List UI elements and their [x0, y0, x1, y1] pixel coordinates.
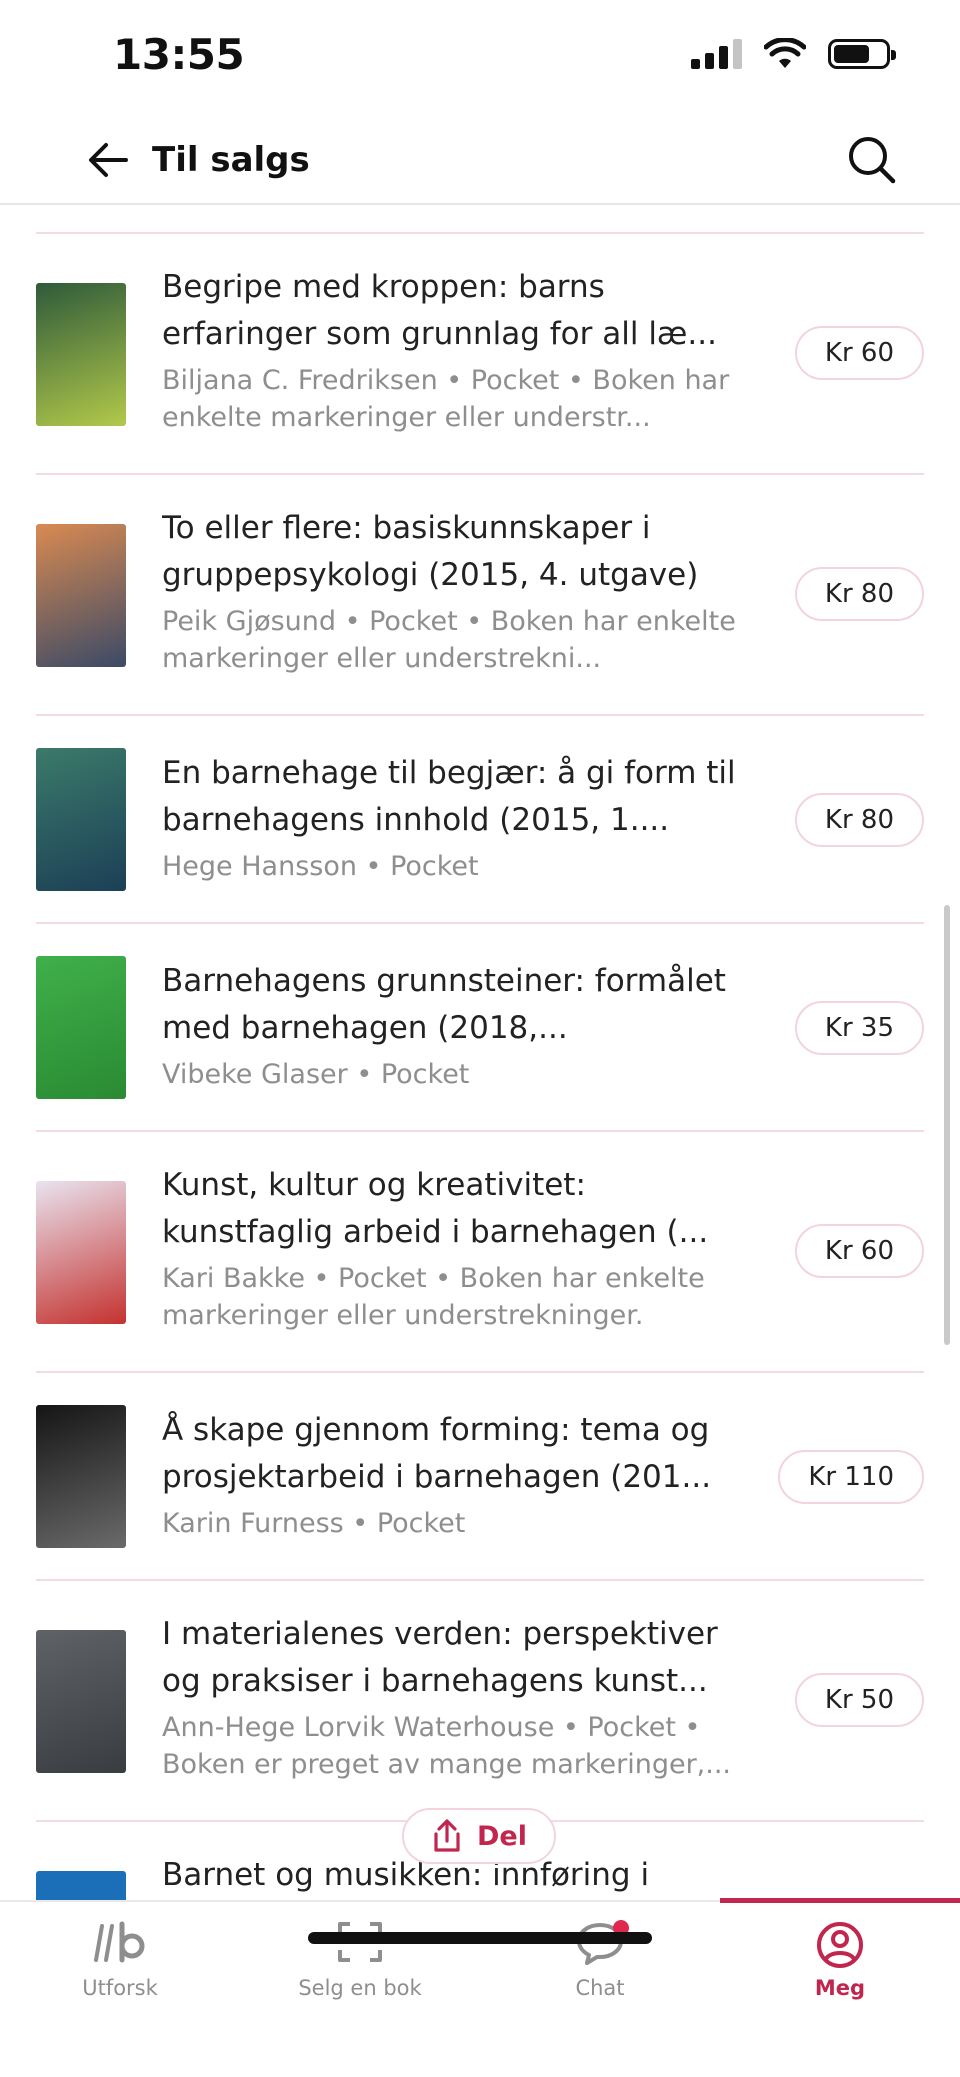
listing-title: To eller flere: basiskunnskaper i gruppe…	[162, 510, 699, 593]
page-title: Til salgs	[152, 140, 310, 180]
book-cover	[36, 1405, 126, 1548]
share-button[interactable]: Del	[402, 1808, 556, 1864]
listing-meta: Kari Bakke • Pocket • Boken har enkelte …	[162, 1263, 705, 1331]
price-badge: Kr 60	[794, 326, 924, 380]
book-cover	[36, 1181, 126, 1324]
tab-label: Selg en bok	[298, 1976, 422, 2000]
search-button[interactable]	[840, 128, 904, 192]
tab-utforsk[interactable]: Utforsk	[0, 1902, 240, 2012]
battery-icon	[828, 39, 896, 69]
status-icons	[691, 38, 896, 70]
listing-meta: Karin Furness • Pocket	[162, 1508, 466, 1539]
scrollbar[interactable]	[944, 905, 950, 1345]
share-label: Del	[477, 1820, 527, 1852]
listing-info: Å skape gjennom forming: tema og prosjek…	[162, 1407, 762, 1542]
listing-title: Barnehagens grunnsteiner: formålet med b…	[162, 963, 726, 1046]
book-cover	[36, 524, 126, 667]
listing-row[interactable]: Å skape gjennom forming: tema og prosjek…	[36, 1373, 924, 1581]
listing-title: En barnehage til begjær: å gi form til b…	[162, 755, 736, 838]
back-button[interactable]	[80, 132, 136, 188]
explore-icon	[94, 1921, 145, 1963]
tab-meg[interactable]: Meg	[720, 1902, 960, 2012]
listing-row[interactable]: Barnehagens grunnsteiner: formålet med b…	[36, 924, 924, 1132]
tab-selg-en-bok[interactable]: Selg en bok	[240, 1902, 480, 2012]
listing-meta: Vibeke Glaser • Pocket	[162, 1059, 470, 1090]
listing-meta: Peik Gjøsund • Pocket • Boken har enkelt…	[162, 606, 736, 674]
price-badge: Kr 60	[794, 1224, 924, 1278]
listing-info: To eller flere: basiskunnskaper i gruppe…	[162, 505, 762, 677]
bottom-tab-bar: Utforsk Selg en bok Chat Meg	[0, 1898, 960, 2077]
listing-row[interactable]: Begripe med kroppen: barns erfaringer so…	[36, 234, 924, 475]
status-bar: 13:55	[0, 0, 960, 110]
tab-label: Utforsk	[82, 1976, 158, 2000]
book-cover	[36, 283, 126, 426]
listing-info: Barnehagens grunnsteiner: formålet med b…	[162, 958, 762, 1093]
price-badge: Kr 110	[778, 1450, 924, 1504]
price-badge: Kr 80	[794, 567, 924, 621]
listing-meta: Ann-Hege Lorvik Waterhouse • Pocket • Bo…	[162, 1712, 732, 1780]
book-cover	[36, 1871, 126, 1900]
tab-label: Chat	[575, 1976, 625, 2000]
book-cover	[36, 956, 126, 1099]
listing-info: Begripe med kroppen: barns erfaringer so…	[162, 264, 762, 436]
listing-meta: Biljana C. Fredriksen • Pocket • Boken h…	[162, 365, 730, 433]
price-badge: Kr 50	[794, 1673, 924, 1727]
listing-info: Kunst, kultur og kreativitet: kunstfagli…	[162, 1162, 762, 1334]
listing-info: En barnehage til begjær: å gi form til b…	[162, 750, 762, 885]
listing-title: I materialenes verden: perspektiver og p…	[162, 1616, 718, 1699]
cellular-signal-icon	[691, 39, 742, 69]
listing-info: I materialenes verden: perspektiver og p…	[162, 1611, 762, 1783]
listing-row[interactable]: Kunst, kultur og kreativitet: kunstfagli…	[36, 1132, 924, 1373]
listing-title: Kunst, kultur og kreativitet: kunstfagli…	[162, 1167, 709, 1250]
listing-meta: Hege Hansson • Pocket	[162, 851, 479, 882]
listing-row[interactable]: I materialenes verden: perspektiver og p…	[36, 1581, 924, 1822]
app-header: Til salgs	[0, 110, 960, 205]
search-icon	[849, 137, 896, 184]
profile-icon	[817, 1922, 863, 1968]
tab-chat[interactable]: Chat	[480, 1902, 720, 2012]
listing-title: Å skape gjennom forming: tema og prosjek…	[162, 1412, 712, 1495]
status-time: 13:55	[113, 30, 245, 79]
listing-row[interactable]: To eller flere: basiskunnskaper i gruppe…	[36, 475, 924, 716]
book-cover	[36, 1630, 126, 1773]
tab-label: Meg	[814, 1976, 866, 2000]
price-badge: Kr 80	[794, 793, 924, 847]
book-cover	[36, 748, 126, 891]
listing-list[interactable]: Begripe med kroppen: barns erfaringer so…	[0, 205, 960, 1900]
listing-title: Begripe med kroppen: barns erfaringer so…	[162, 269, 717, 352]
home-indicator[interactable]	[308, 1932, 652, 1944]
price-badge: Kr 35	[794, 1001, 924, 1055]
share-icon	[434, 1819, 460, 1852]
arrow-left-icon	[89, 143, 128, 177]
listing-row[interactable]: En barnehage til begjær: å gi form til b…	[36, 716, 924, 924]
wifi-icon	[764, 38, 806, 68]
